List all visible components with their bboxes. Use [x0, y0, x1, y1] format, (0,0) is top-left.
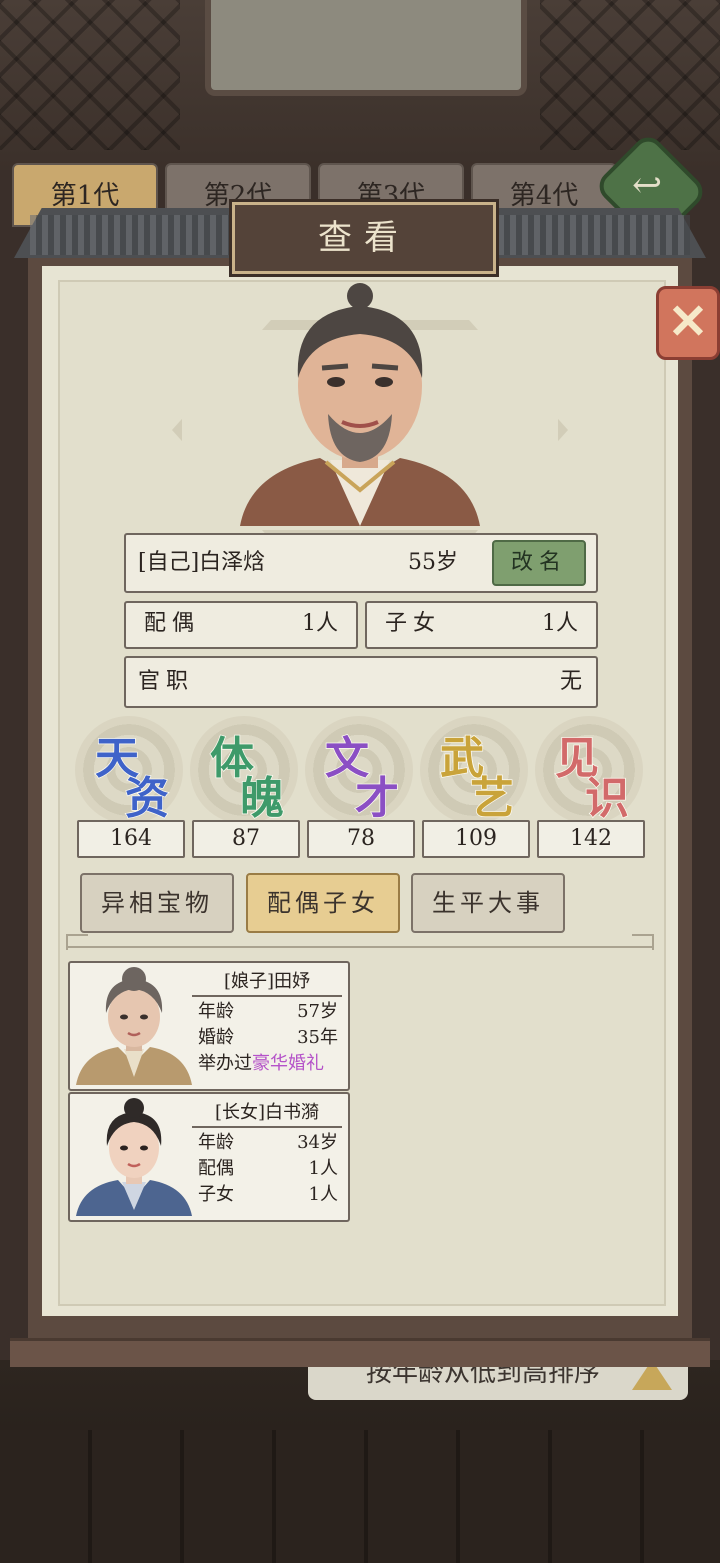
- tab-spouse-children[interactable]: 配偶子女: [246, 873, 400, 933]
- person-age: 55岁: [408, 550, 458, 575]
- wife-age-value: 57岁: [297, 1001, 338, 1022]
- window-lattice-left: [0, 0, 180, 150]
- daughter-age-value: 34岁: [297, 1132, 338, 1153]
- wife-ceremony-row: 举办过豪华婚礼: [198, 1051, 348, 1077]
- wife-marriage-row: 婚龄 35年: [198, 1025, 338, 1051]
- daughter-name: [长女]白书漪: [192, 1100, 342, 1128]
- daughter-children-label: 子女: [198, 1184, 234, 1205]
- character-portrait: [240, 283, 480, 526]
- stat-literary-value: 78: [307, 820, 415, 858]
- divider-corner-left: [66, 934, 88, 950]
- wife-portrait: [76, 967, 192, 1085]
- wife-age-row: 年龄 57岁: [198, 999, 338, 1025]
- floor-planks: [0, 1430, 720, 1563]
- stat-martial-value: 109: [422, 820, 530, 858]
- office-row: 官职 无: [124, 656, 598, 708]
- wife-marriage-label: 婚龄: [198, 1027, 234, 1048]
- stat-insight-value: 142: [537, 820, 645, 858]
- stat-aptitude-char-2: 资: [124, 772, 170, 825]
- wife-ceremony-label: 举办过: [198, 1053, 252, 1074]
- family-card-daughter[interactable]: [长女]白书漪 年龄 34岁 配偶 1人 子女 1人: [68, 1092, 350, 1222]
- spouse-label: 配偶: [144, 611, 201, 636]
- close-icon: ✕: [667, 294, 709, 350]
- daughter-spouse-row: 配偶 1人: [198, 1156, 338, 1182]
- wife-ceremony-value: 豪华婚礼: [252, 1053, 324, 1074]
- daughter-spouse-label: 配偶: [198, 1158, 234, 1179]
- wife-age-label: 年龄: [198, 1001, 234, 1022]
- stat-physique-char-2: 魄: [239, 772, 285, 825]
- section-divider: [66, 946, 652, 948]
- rename-button[interactable]: 改名: [492, 540, 586, 586]
- office-value: 无: [559, 669, 582, 694]
- office-label: 官职: [138, 669, 195, 694]
- dialog-base-beam: [10, 1338, 710, 1367]
- children-count: 1人: [542, 611, 578, 636]
- daughter-children-value: 1人: [308, 1184, 338, 1205]
- daughter-age-label: 年龄: [198, 1132, 234, 1153]
- person-name: [自己]白泽焓: [138, 550, 266, 575]
- tab-life-events[interactable]: 生平大事: [411, 873, 565, 933]
- daughter-portrait: [76, 1098, 192, 1216]
- stat-martial-char-2: 艺: [469, 772, 515, 825]
- daughter-spouse-value: 1人: [308, 1158, 338, 1179]
- window-lattice-right: [540, 0, 720, 150]
- wife-name: [娘子]田妤: [192, 969, 342, 997]
- dialog-title: 查看: [229, 199, 499, 277]
- close-button[interactable]: ✕: [656, 286, 720, 360]
- family-card-wife[interactable]: [娘子]田妤 年龄 57岁 婚龄 35年 举办过豪华婚礼: [68, 961, 350, 1091]
- children-row: 子女 1人: [365, 601, 598, 649]
- wife-marriage-value: 35年: [297, 1027, 338, 1048]
- tab-treasures[interactable]: 异相宝物: [80, 873, 234, 933]
- stat-physique-value: 87: [192, 820, 300, 858]
- wall-painting: [205, 0, 527, 96]
- divider-corner-right: [632, 934, 654, 950]
- stat-insight-char-2: 识: [584, 772, 630, 825]
- stat-literary-char-2: 才: [354, 772, 400, 825]
- spouse-row: 配偶 1人: [124, 601, 358, 649]
- children-label: 子女: [385, 611, 442, 636]
- daughter-age-row: 年龄 34岁: [198, 1130, 338, 1156]
- stat-aptitude-value: 164: [77, 820, 185, 858]
- daughter-children-row: 子女 1人: [198, 1182, 338, 1208]
- spouse-count: 1人: [302, 611, 338, 636]
- back-arrow-icon: ↩: [632, 165, 663, 206]
